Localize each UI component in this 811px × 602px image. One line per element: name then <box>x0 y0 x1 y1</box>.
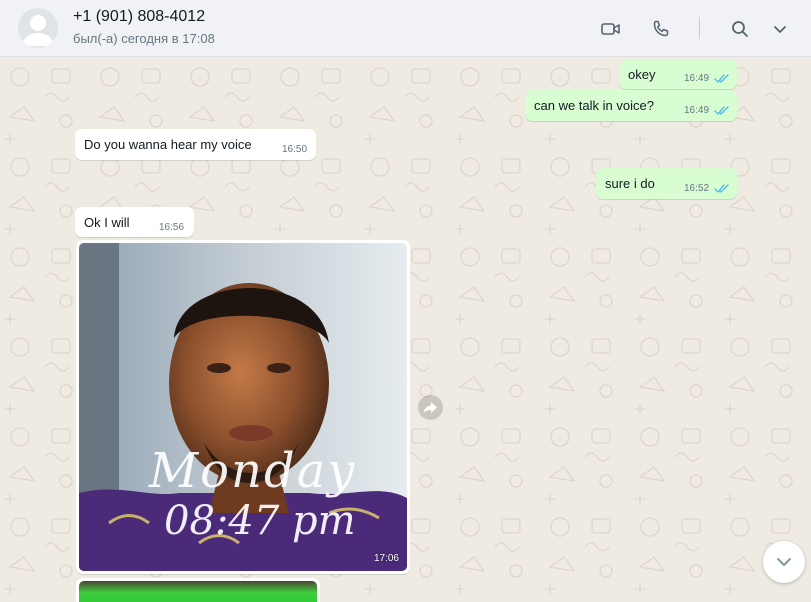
double-check-read-icon <box>714 184 729 193</box>
image-message-partial[interactable] <box>76 578 320 602</box>
photo-thumbnail-partial[interactable] <box>79 581 317 602</box>
message-time: 16:56 <box>159 222 185 233</box>
image-message[interactable]: Monday 08:47 pm 17:06 <box>76 240 410 574</box>
voice-call-icon[interactable] <box>649 17 673 41</box>
message-text: sure i do <box>605 176 655 191</box>
message-time: 16:52 <box>684 183 710 194</box>
chevron-down-icon[interactable] <box>768 17 792 41</box>
chevron-down-icon <box>777 558 791 566</box>
message-bubble-outgoing[interactable]: okey 16:49 <box>619 60 737 89</box>
scroll-to-bottom-button[interactable] <box>763 541 805 583</box>
message-bubble-outgoing[interactable]: can we talk in voice? 16:49 <box>525 90 737 121</box>
message-bubble-incoming[interactable]: Ok I will 16:56 <box>75 207 194 237</box>
photo-overlay-day: Monday <box>149 443 357 499</box>
contact-avatar[interactable] <box>18 8 58 48</box>
message-bubble-outgoing[interactable]: sure i do 16:52 <box>596 168 737 199</box>
default-avatar-icon <box>22 15 54 46</box>
video-call-icon[interactable] <box>599 17 623 41</box>
message-time: 16:49 <box>684 105 710 116</box>
forward-button[interactable] <box>418 395 443 420</box>
double-check-read-icon <box>714 106 729 115</box>
forward-icon <box>423 402 437 414</box>
message-time: 16:50 <box>282 144 308 155</box>
message-text: can we talk in voice? <box>534 98 654 113</box>
message-time: 17:06 <box>373 553 399 564</box>
message-bubble-incoming[interactable]: Do you wanna hear my voice 16:50 <box>75 129 316 160</box>
search-icon[interactable] <box>728 17 752 41</box>
photo-overlay-time: 08:47 pm <box>164 498 356 544</box>
contact-name[interactable]: +1 (901) 808-4012 <box>73 8 205 26</box>
chat-header: +1 (901) 808-4012 был(-а) сегодня в 17:0… <box>0 0 811 57</box>
message-text: Do you wanna hear my voice <box>84 137 252 152</box>
message-text: okey <box>628 67 656 82</box>
photo-thumbnail[interactable]: Monday 08:47 pm 17:06 <box>79 243 407 571</box>
header-divider <box>699 17 700 39</box>
message-time: 16:49 <box>684 73 710 84</box>
last-seen-status: был(-а) сегодня в 17:08 <box>73 31 215 46</box>
double-check-read-icon <box>714 74 729 83</box>
message-text: Ok I will <box>84 215 130 230</box>
chat-area[interactable]: okey 16:49 can we talk in voice? 16:49 D… <box>0 57 811 602</box>
